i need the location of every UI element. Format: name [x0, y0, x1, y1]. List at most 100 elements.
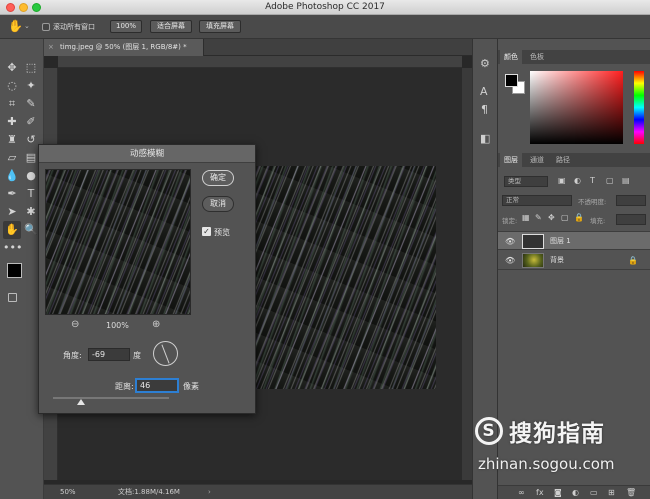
color-panel-tabs: 颜色 色板 [498, 50, 650, 64]
options-bar: ✋ ⌄ 滚动所有窗口 100% 适合屏幕 填充屏幕 [0, 15, 650, 39]
visibility-eye-icon[interactable]: 👁 [505, 232, 515, 251]
paragraph-panel-icon[interactable]: ¶ [481, 103, 488, 116]
lock-image-icon[interactable]: ✎ [535, 213, 542, 222]
adjustment-layer-icon[interactable]: ◐ [572, 488, 579, 497]
filter-preview[interactable] [45, 169, 191, 315]
canvas-image[interactable] [256, 166, 436, 389]
layer-thumbnail [522, 234, 544, 249]
sogou-logo-icon: S [475, 417, 503, 445]
hue-slider[interactable] [634, 71, 644, 144]
filter-adjustment-icon[interactable]: ◐ [574, 176, 581, 185]
tab-swatches[interactable]: 色板 [526, 50, 548, 64]
filter-pixel-icon[interactable]: ▣ [558, 176, 566, 185]
ok-button[interactable]: 确定 [202, 170, 234, 186]
layer-row-background[interactable]: 👁 背景 🔒 [498, 251, 650, 270]
preview-zoom-level: 100% [106, 321, 129, 330]
pen-tool-icon[interactable]: ✒ [3, 185, 21, 203]
watermark-url: zhinan.sogou.com [478, 455, 615, 473]
link-layers-icon[interactable]: ∞ [518, 488, 525, 497]
filter-smart-object-icon[interactable]: ▤ [622, 176, 630, 185]
preview-checkbox[interactable]: ✓ [202, 227, 211, 236]
character-panel-icon[interactable]: A [480, 85, 488, 98]
distance-slider-track[interactable] [53, 397, 169, 399]
delete-layer-icon[interactable]: 🗑 [626, 488, 636, 497]
layer-row-layer1[interactable]: 👁 图层 1 [498, 231, 650, 250]
close-tab-icon[interactable]: × [48, 39, 54, 56]
libraries-icon[interactable]: ⚙ [480, 57, 490, 70]
move-tool-icon[interactable]: ✥ [3, 59, 21, 77]
opacity-input[interactable] [616, 195, 646, 206]
scroll-all-windows-checkbox[interactable] [42, 23, 50, 31]
document-tab[interactable]: × timg.jpeg @ 50% (图层 1, RGB/8#) * [44, 39, 204, 56]
lock-label: 锁定: [502, 217, 518, 225]
distance-unit: 像素 [183, 382, 199, 391]
zoom-in-icon[interactable]: ⊕ [152, 319, 160, 330]
angle-dial[interactable] [153, 341, 178, 366]
fill-input[interactable] [616, 214, 646, 225]
tool-preset-chevron-icon[interactable]: ⌄ [24, 22, 30, 30]
hand-tool-selected-icon[interactable]: ✋ [3, 221, 21, 239]
crop-tool-icon[interactable]: ⌗ [3, 95, 21, 113]
new-group-icon[interactable]: ▭ [590, 488, 598, 497]
layer-style-icon[interactable]: fx [536, 488, 544, 497]
eraser-tool-icon[interactable]: ▱ [3, 149, 21, 167]
zoom-level[interactable]: 50% [60, 485, 76, 499]
zoom-100-button[interactable]: 100% [110, 20, 142, 33]
dialog-title: 动感模糊 [39, 145, 255, 163]
panel-foreground-swatch[interactable] [505, 74, 518, 87]
filter-shape-icon[interactable]: ▢ [606, 176, 614, 185]
layers-panel-tabs: 图层 通道 路径 [498, 153, 650, 167]
brush-tool-icon[interactable]: ✐ [22, 113, 40, 131]
color-picker-field[interactable] [530, 71, 623, 144]
minimize-window-button[interactable] [19, 3, 28, 12]
document-size-info: 文档:1.88M/4.16M [118, 488, 180, 496]
hand-tool-icon: ✋ [8, 19, 23, 33]
clone-stamp-tool-icon[interactable]: ♜ [3, 131, 21, 149]
foreground-color-swatch[interactable] [7, 263, 22, 278]
visibility-eye-icon[interactable]: 👁 [505, 251, 515, 270]
document-tab-label: timg.jpeg @ 50% (图层 1, RGB/8#) * [60, 43, 187, 51]
layer-filter-kind-select[interactable]: 类型 [504, 176, 548, 187]
tab-color[interactable]: 颜色 [500, 50, 522, 64]
photoshop-window: Adobe Photoshop CC 2017 ✋ ⌄ 滚动所有窗口 100% … [0, 0, 650, 499]
layers-panel-footer: ∞ fx ◙ ◐ ▭ ⊞ 🗑 [498, 485, 650, 499]
blur-tool-icon[interactable]: 💧 [3, 167, 21, 185]
vertical-scrollbar[interactable] [462, 68, 472, 480]
layer-thumbnail [522, 253, 544, 268]
preview-label: 预览 [214, 228, 230, 237]
fill-label: 填充: [590, 217, 606, 225]
zoom-out-icon[interactable]: ⊖ [71, 319, 79, 330]
add-mask-icon[interactable]: ◙ [554, 488, 562, 497]
healing-brush-tool-icon[interactable]: ✚ [3, 113, 21, 131]
horizontal-ruler [58, 56, 462, 68]
maximize-window-button[interactable] [32, 3, 41, 12]
lock-transparent-icon[interactable]: ▦ [522, 213, 530, 222]
tab-channels[interactable]: 通道 [526, 153, 548, 167]
cancel-button[interactable]: 取消 [202, 196, 234, 212]
lock-all-icon[interactable]: 🔒 [574, 213, 584, 222]
path-selection-tool-icon[interactable]: ➤ [3, 203, 21, 221]
filter-type-icon[interactable]: T [590, 176, 595, 185]
more-tools-icon[interactable]: ••• [3, 239, 22, 257]
distance-slider-thumb[interactable] [77, 399, 85, 405]
marquee-tool-icon[interactable]: ⬚ [22, 59, 40, 77]
new-layer-icon[interactable]: ⊞ [608, 488, 615, 497]
scroll-all-windows-label: 滚动所有窗口 [53, 23, 95, 31]
tab-layers[interactable]: 图层 [500, 153, 522, 167]
lock-artboard-icon[interactable]: ▢ [561, 213, 569, 222]
lasso-tool-icon[interactable]: ◌ [3, 77, 21, 95]
tab-paths[interactable]: 路径 [552, 153, 574, 167]
close-window-button[interactable] [6, 3, 15, 12]
quick-mask-icon[interactable] [8, 293, 17, 302]
blend-mode-select[interactable]: 正常 [502, 195, 572, 206]
magic-wand-tool-icon[interactable]: ✦ [22, 77, 40, 95]
distance-input[interactable]: 46 [136, 379, 178, 392]
fill-screen-button[interactable]: 填充屏幕 [199, 20, 241, 33]
eyedropper-tool-icon[interactable]: ✎ [22, 95, 40, 113]
adjustments-icon[interactable]: ◧ [480, 132, 490, 145]
angle-input[interactable]: -69 [88, 348, 130, 361]
lock-position-icon[interactable]: ✥ [548, 213, 555, 222]
status-expand-icon[interactable]: › [208, 485, 211, 499]
fit-screen-button[interactable]: 适合屏幕 [150, 20, 192, 33]
angle-label: 角度: [63, 351, 82, 360]
